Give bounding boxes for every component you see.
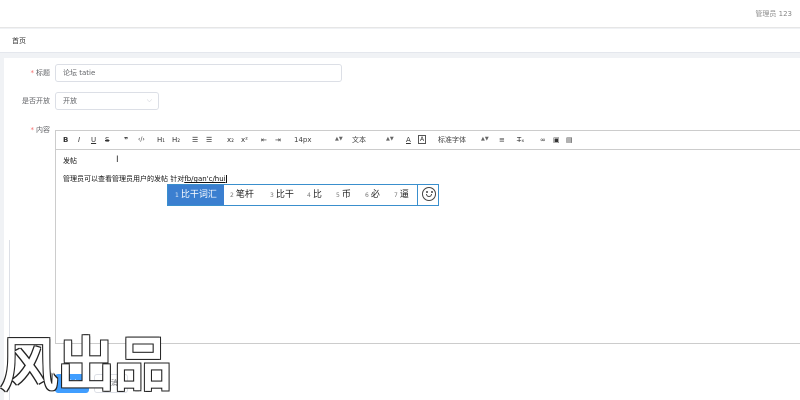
chevron-down-icon: ⌵ bbox=[146, 96, 152, 104]
video-icon[interactable]: ▤ bbox=[566, 135, 573, 145]
required-mark: * bbox=[30, 69, 35, 77]
h1-button[interactable]: H₁ bbox=[157, 135, 165, 145]
text-caret bbox=[225, 175, 227, 183]
ime-candidate-bar: 1 比干词汇 2 笔杆 3 比干 4比 5币 6必 7逼 bbox=[167, 184, 439, 206]
content-line-1: 发帖 bbox=[63, 157, 77, 165]
ime-candidate-3[interactable]: 3 比干 bbox=[270, 185, 294, 205]
title-label: * 标题 bbox=[30, 69, 51, 77]
h2-button[interactable]: H₂ bbox=[172, 135, 180, 145]
strikethrough-button[interactable]: S bbox=[105, 135, 109, 145]
ime-candidate-1[interactable]: 1 比干词汇 bbox=[168, 185, 224, 205]
editor-toolbar: B I U S ❞ ‹/› H₁ H₂ ☰ ☰ x₂ x² ⇤ ⇥ 14px ▲… bbox=[56, 131, 800, 150]
font-family-select[interactable]: 标准字体 bbox=[438, 135, 466, 145]
outdent-icon[interactable]: ⇤ bbox=[261, 135, 267, 145]
tab-home[interactable]: 首页 bbox=[4, 33, 34, 50]
italic-button[interactable]: I bbox=[78, 135, 80, 145]
background-color-icon[interactable]: A bbox=[418, 135, 427, 144]
ime-candidate-7[interactable]: 7逼 bbox=[394, 185, 409, 205]
public-select-value: 开放 bbox=[63, 97, 77, 105]
quote-button[interactable]: ❞ bbox=[124, 135, 128, 145]
public-select[interactable]: 开放 ⌵ bbox=[55, 92, 159, 110]
superscript-button[interactable]: x² bbox=[241, 135, 248, 145]
subscript-button[interactable]: x₂ bbox=[227, 135, 234, 145]
user-menu[interactable]: 管理员 123 bbox=[755, 9, 792, 19]
ime-candidate-5[interactable]: 5币 bbox=[336, 185, 351, 205]
title-input[interactable]: 论坛 tatie bbox=[55, 64, 342, 82]
text-type-select[interactable]: 文本 bbox=[352, 135, 366, 145]
watermark: 风出品 bbox=[0, 331, 172, 399]
content-line-2-text: 管理员可以查看管理员用户的发帖 针对 bbox=[63, 175, 185, 183]
editor-content[interactable]: 发帖 I 管理员可以查看管理员用户的发帖 针对fb/gan'c/hui bbox=[56, 150, 800, 344]
smiley-icon[interactable] bbox=[422, 187, 436, 201]
ime-divider bbox=[417, 185, 418, 205]
ime-candidate-6[interactable]: 6必 bbox=[365, 185, 380, 205]
ime-candidate-4[interactable]: 4比 bbox=[307, 185, 322, 205]
text-type-arrow-icon: ▲▼ bbox=[386, 136, 394, 142]
indent-icon[interactable]: ⇥ bbox=[275, 135, 281, 145]
top-header: 管理员 123 bbox=[0, 0, 800, 28]
font-family-arrow-icon: ▲▼ bbox=[481, 136, 489, 142]
font-size-arrow-icon: ▲▼ bbox=[335, 136, 343, 142]
required-mark: * bbox=[30, 126, 35, 134]
font-color-icon[interactable]: A bbox=[406, 135, 411, 145]
bullet-list-icon[interactable]: ☰ bbox=[206, 135, 212, 145]
content-line-2: 管理员可以查看管理员用户的发帖 针对fb/gan'c/hui bbox=[63, 174, 227, 184]
bold-button[interactable]: B bbox=[63, 135, 68, 145]
tabs-bar: 首页 bbox=[0, 29, 800, 53]
underline-button[interactable]: U bbox=[91, 135, 96, 145]
rich-text-editor: B I U S ❞ ‹/› H₁ H₂ ☰ ☰ x₂ x² ⇤ ⇥ 14px ▲… bbox=[55, 130, 800, 344]
ime-composition: fb/gan'c/hui bbox=[184, 175, 226, 183]
content-label: * 内容 bbox=[30, 126, 51, 134]
font-size-select[interactable]: 14px bbox=[294, 135, 312, 145]
ime-candidate-2[interactable]: 2 笔杆 bbox=[230, 185, 254, 205]
link-icon[interactable]: ∞ bbox=[540, 135, 546, 145]
align-icon[interactable]: ≡ bbox=[499, 135, 505, 145]
text-cursor-icon: I bbox=[116, 155, 119, 165]
code-button[interactable]: ‹/› bbox=[138, 135, 145, 145]
public-label: 是否开放 bbox=[22, 97, 50, 105]
image-icon[interactable]: ▣ bbox=[553, 135, 560, 145]
ordered-list-icon[interactable]: ☰ bbox=[192, 135, 198, 145]
clear-format-button[interactable]: T̶ₓ bbox=[517, 135, 524, 145]
